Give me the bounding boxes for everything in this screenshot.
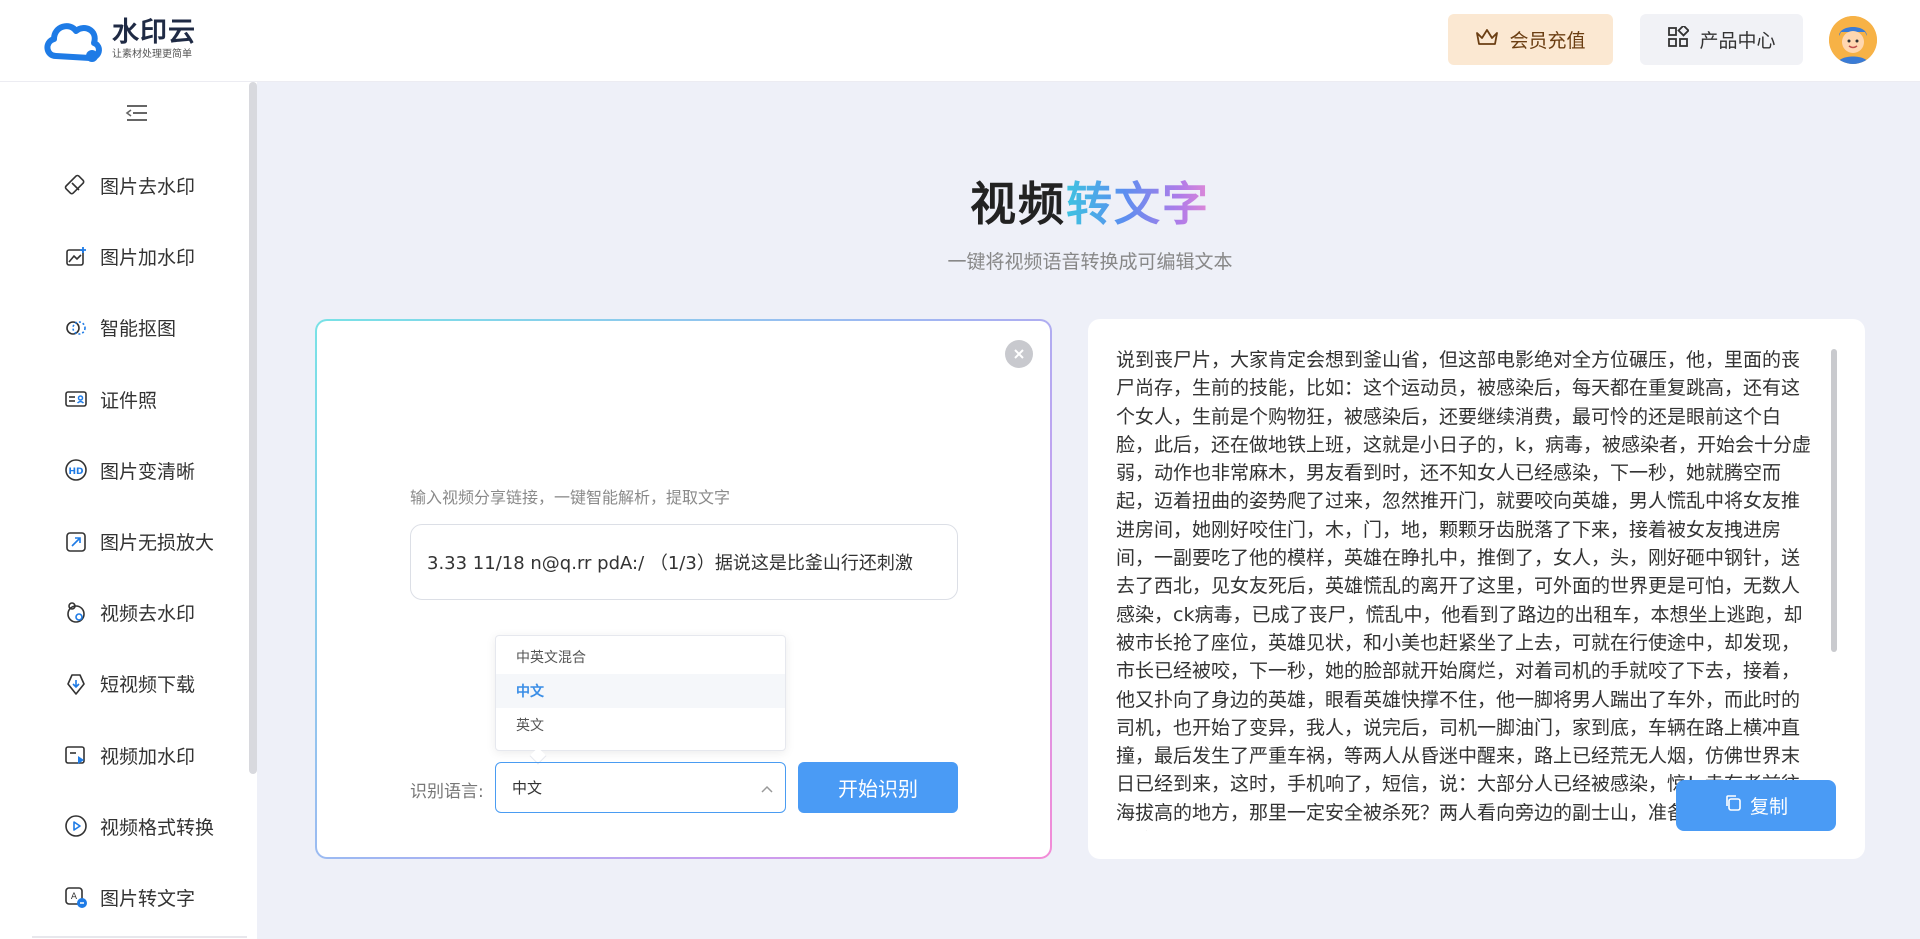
sidebar-item-id-photo[interactable]: 证件照 xyxy=(0,364,249,435)
sidebar-item-video-format-convert[interactable]: 视频格式转换 xyxy=(0,791,249,862)
cloud-logo-icon xyxy=(42,16,106,64)
result-text[interactable]: 说到丧尸片，大家肯定会想到釜山省，但这部电影绝对全方位碾压，他，里面的丧尸尚存，… xyxy=(1116,346,1816,831)
logo[interactable]: 水印云 让素材处理更简单 xyxy=(42,16,196,64)
vip-recharge-label: 会员充值 xyxy=(1509,30,1586,52)
cutout-icon xyxy=(64,316,88,340)
sidebar-item-image-to-text[interactable]: A 图片转文字 xyxy=(0,862,249,933)
page-subtitle: 一键将视频语音转换成可编辑文本 xyxy=(947,251,1233,273)
language-label: 识别语言: xyxy=(410,782,484,802)
result-scrollbar[interactable] xyxy=(1831,349,1837,652)
logo-title: 水印云 xyxy=(112,17,196,48)
logo-slogan: 让素材处理更简单 xyxy=(112,49,192,60)
close-icon xyxy=(1013,345,1025,364)
close-button[interactable] xyxy=(1005,340,1033,368)
sidebar-item-short-video-download[interactable]: 短视频下载 xyxy=(0,648,249,719)
sidebar-item-label: 图片变清晰 xyxy=(100,460,196,483)
top-header: 水印云 让素材处理更简单 会员充值 产品中心 xyxy=(0,0,1920,82)
sidebar-item-label: 图片无损放大 xyxy=(100,532,215,555)
menu-collapse-icon[interactable] xyxy=(125,103,149,123)
copy-button[interactable]: 复制 xyxy=(1676,780,1836,831)
sidebar-item-image-enhance[interactable]: HD 图片变清晰 xyxy=(0,435,249,506)
vip-recharge-button[interactable]: 会员充值 xyxy=(1448,14,1613,65)
copy-icon xyxy=(1724,794,1742,817)
copy-label: 复制 xyxy=(1749,796,1788,818)
video-eraser-icon xyxy=(64,601,88,625)
image-text-icon: A xyxy=(64,885,88,909)
grid-icon xyxy=(1667,24,1691,53)
sidebar-divider xyxy=(32,936,247,938)
sidebar-item-label: 视频去水印 xyxy=(100,603,196,626)
sidebar-item-label: 短视频下载 xyxy=(100,674,196,697)
sidebar-item-label: 证件照 xyxy=(100,389,158,412)
page-title: 视频转文字 xyxy=(0,168,1920,234)
sidebar-item-image-upscale[interactable]: 图片无损放大 xyxy=(0,506,249,577)
crown-icon xyxy=(1475,27,1499,52)
svg-text:HD: HD xyxy=(68,467,83,477)
language-select[interactable]: 中文 xyxy=(495,762,786,813)
id-card-icon xyxy=(64,387,88,411)
page-title-part2: 转文字 xyxy=(1066,177,1210,231)
play-circle-icon xyxy=(64,814,88,838)
sidebar-item-video-watermark-remove[interactable]: 视频去水印 xyxy=(0,577,249,648)
video-link-input[interactable] xyxy=(427,551,941,573)
sidebar-item-label: 智能抠图 xyxy=(100,318,177,341)
download-icon xyxy=(64,672,88,696)
language-option-english[interactable]: 英文 xyxy=(496,708,785,742)
svg-text:A: A xyxy=(71,892,78,902)
sidebar-item-smart-cutout[interactable]: 智能抠图 xyxy=(0,292,249,363)
product-center-label: 产品中心 xyxy=(1699,30,1776,52)
sidebar-item-label: 图片转文字 xyxy=(100,887,196,910)
sidebar-item-video-watermark-add[interactable]: 视频加水印 xyxy=(0,720,249,791)
video-add-icon xyxy=(64,743,88,767)
user-avatar[interactable] xyxy=(1829,16,1877,64)
sidebar-item-label: 视频加水印 xyxy=(100,745,196,768)
input-card: 输入视频分享链接，一键智能解析，提取文字 中英文混合 中文 英文 识别语言: 中… xyxy=(315,319,1052,859)
language-option-chinese[interactable]: 中文 xyxy=(496,674,785,708)
sidebar-item-label: 视频格式转换 xyxy=(100,816,215,839)
expand-icon xyxy=(64,530,88,554)
language-option-mixed[interactable]: 中英文混合 xyxy=(496,640,785,674)
chevron-up-icon xyxy=(761,781,773,799)
language-dropdown: 中英文混合 中文 英文 xyxy=(495,635,786,751)
product-center-button[interactable]: 产品中心 xyxy=(1640,14,1803,65)
start-recognition-button[interactable]: 开始识别 xyxy=(798,762,958,813)
video-link-input-wrapper xyxy=(410,524,958,600)
language-select-value: 中文 xyxy=(512,779,543,797)
result-card: 说到丧尸片，大家肯定会想到釜山省，但这部电影绝对全方位碾压，他，里面的丧尸尚存，… xyxy=(1088,319,1865,859)
input-hint: 输入视频分享链接，一键智能解析，提取文字 xyxy=(410,488,731,507)
page-title-part1: 视频 xyxy=(970,177,1066,231)
hd-icon: HD xyxy=(64,458,88,482)
